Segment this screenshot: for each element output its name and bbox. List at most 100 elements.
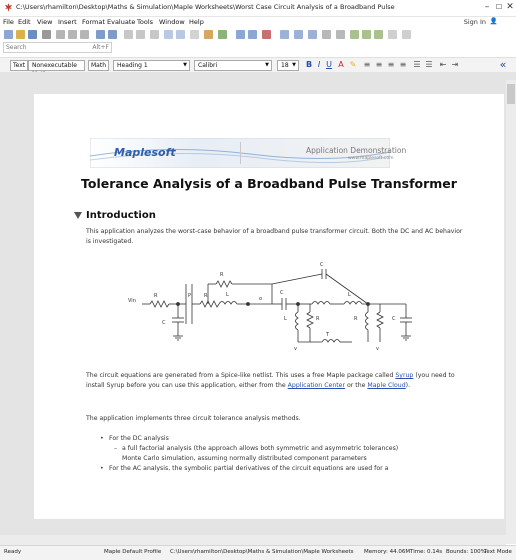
zoom-in-icon[interactable] bbox=[350, 30, 359, 39]
back-icon[interactable] bbox=[236, 30, 245, 39]
math-mode-icon[interactable] bbox=[136, 30, 145, 39]
menu-help[interactable]: Help bbox=[189, 18, 204, 26]
circuit-equations-paragraph: The circuit equations are generated from… bbox=[86, 371, 466, 391]
prompt-icon[interactable] bbox=[150, 30, 159, 39]
align-left-icon[interactable]: ≡ bbox=[362, 60, 372, 70]
collapse-palettes-icon[interactable]: « bbox=[498, 59, 508, 70]
close-button[interactable]: ✕ bbox=[505, 2, 515, 12]
svg-text:L: L bbox=[348, 292, 351, 298]
zoom-out-icon[interactable] bbox=[362, 30, 371, 39]
undo-icon[interactable] bbox=[96, 30, 105, 39]
stop-icon[interactable] bbox=[262, 30, 271, 39]
align-center-icon[interactable]: ≡ bbox=[374, 60, 384, 70]
status-ready: Ready bbox=[4, 549, 22, 555]
text-mode-icon[interactable] bbox=[124, 30, 133, 39]
section-icon[interactable] bbox=[164, 30, 173, 39]
search-placeholder: Search bbox=[6, 44, 27, 51]
menu-evaluate[interactable]: Evaluate bbox=[107, 18, 135, 26]
circuit-schematic: Vin R C P R L R o C C L L R v T R v C bbox=[128, 262, 412, 352]
scrollbar-thumb[interactable] bbox=[507, 84, 515, 104]
title-bar: C:\Users\rhamilton\Desktop\Maths & Simul… bbox=[0, 0, 516, 17]
print-icon[interactable] bbox=[42, 30, 51, 39]
vertical-scrollbar[interactable] bbox=[506, 80, 516, 544]
svg-text:R: R bbox=[154, 293, 158, 299]
indent-icon[interactable]: ⇥ bbox=[450, 60, 460, 70]
menu-insert[interactable]: Insert bbox=[58, 18, 77, 26]
outdent-icon[interactable]: ⇤ bbox=[438, 60, 448, 70]
menu-file[interactable]: File bbox=[3, 18, 14, 26]
account-icon[interactable]: 👤 bbox=[490, 17, 498, 25]
math-mode-button[interactable]: Math bbox=[88, 60, 110, 71]
maple-cloud-link[interactable]: Maple Cloud bbox=[367, 382, 405, 389]
heading-select-value: Heading 1 bbox=[117, 62, 148, 69]
bullet-marker: • bbox=[100, 435, 104, 442]
format-toolbar: Text Nonexecutable Math Math Heading 1 ▼… bbox=[0, 57, 516, 78]
para2-text-c: or the bbox=[345, 382, 368, 389]
bullet-list-icon[interactable]: ☰ bbox=[412, 60, 422, 70]
zoom-reset-icon[interactable] bbox=[374, 30, 383, 39]
horizontal-scrollbar[interactable] bbox=[0, 535, 506, 545]
para2-text-d: ). bbox=[405, 382, 411, 389]
svg-text:L: L bbox=[284, 316, 287, 322]
forward-icon[interactable] bbox=[248, 30, 257, 39]
menu-format[interactable]: Format bbox=[82, 18, 105, 26]
syrup-link[interactable]: Syrup bbox=[395, 372, 413, 379]
svg-text:Vin: Vin bbox=[128, 298, 136, 304]
text-mode-button[interactable]: Text bbox=[10, 60, 29, 71]
section-heading: Introduction bbox=[86, 210, 156, 221]
restart-icon[interactable] bbox=[280, 30, 289, 39]
application-center-link[interactable]: Application Center bbox=[288, 382, 345, 389]
search-input[interactable]: Search Alt+F bbox=[3, 42, 112, 53]
cut-icon[interactable] bbox=[56, 30, 65, 39]
help-icon[interactable] bbox=[402, 30, 411, 39]
new-file-icon[interactable] bbox=[4, 30, 13, 39]
text-color-icon[interactable]: A bbox=[336, 60, 346, 70]
open-folder-icon[interactable] bbox=[16, 30, 25, 39]
italic-icon[interactable]: I bbox=[314, 60, 324, 70]
svg-text:C: C bbox=[320, 262, 324, 268]
link-icon[interactable] bbox=[204, 30, 213, 39]
menu-edit[interactable]: Edit bbox=[18, 18, 31, 26]
svg-text:T: T bbox=[325, 332, 330, 338]
bold-icon[interactable]: B bbox=[304, 60, 314, 70]
para2-text-a: The circuit equations are generated from… bbox=[86, 372, 396, 379]
font-select[interactable]: Calibri ▼ bbox=[194, 60, 272, 71]
svg-text:o: o bbox=[259, 296, 262, 302]
intro-paragraph: This application analyzes the worst-case… bbox=[86, 228, 463, 245]
maximize-button[interactable]: ☐ bbox=[494, 2, 504, 12]
font-select-value: Calibri bbox=[198, 62, 218, 69]
methods-paragraph: The application implements three circuit… bbox=[86, 415, 301, 422]
paste-icon[interactable] bbox=[80, 30, 89, 39]
style-select[interactable]: Nonexecutable Math bbox=[28, 60, 85, 78]
underline-icon[interactable]: U bbox=[324, 60, 334, 70]
align-right-icon[interactable]: ≡ bbox=[386, 60, 396, 70]
highlight-icon[interactable]: ✎ bbox=[348, 60, 358, 70]
table-icon[interactable] bbox=[190, 30, 199, 39]
find-icon[interactable] bbox=[388, 30, 397, 39]
copy-icon[interactable] bbox=[68, 30, 77, 39]
svg-text:v: v bbox=[294, 346, 297, 352]
redo-icon[interactable] bbox=[108, 30, 117, 39]
bullet-marker: • bbox=[100, 465, 104, 472]
subsection-icon[interactable] bbox=[176, 30, 185, 39]
menu-window[interactable]: Window bbox=[159, 18, 185, 26]
execute-icon[interactable] bbox=[218, 30, 227, 39]
save-icon[interactable] bbox=[28, 30, 37, 39]
menu-view[interactable]: View bbox=[37, 18, 52, 26]
collapse-icon[interactable] bbox=[336, 30, 345, 39]
debug-icon[interactable] bbox=[308, 30, 317, 39]
svg-text:R: R bbox=[354, 316, 358, 322]
execute-all-icon[interactable] bbox=[294, 30, 303, 39]
size-select[interactable]: 18 ▼ bbox=[277, 60, 299, 71]
heading-select[interactable]: Heading 1 ▼ bbox=[113, 60, 190, 71]
section-collapse-arrow-icon[interactable] bbox=[74, 212, 82, 219]
bullet-ac-analysis: For the AC analysis, the symbolic partia… bbox=[109, 465, 389, 472]
svg-text:R: R bbox=[316, 316, 320, 322]
expand-icon[interactable] bbox=[322, 30, 331, 39]
minimize-button[interactable]: – bbox=[482, 2, 492, 12]
justify-icon[interactable]: ≡ bbox=[398, 60, 408, 70]
sign-in-link[interactable]: Sign In bbox=[464, 18, 486, 26]
menu-tools[interactable]: Tools bbox=[137, 18, 153, 26]
numbered-list-icon[interactable]: ☰ bbox=[424, 60, 434, 70]
svg-text:v: v bbox=[376, 346, 379, 352]
